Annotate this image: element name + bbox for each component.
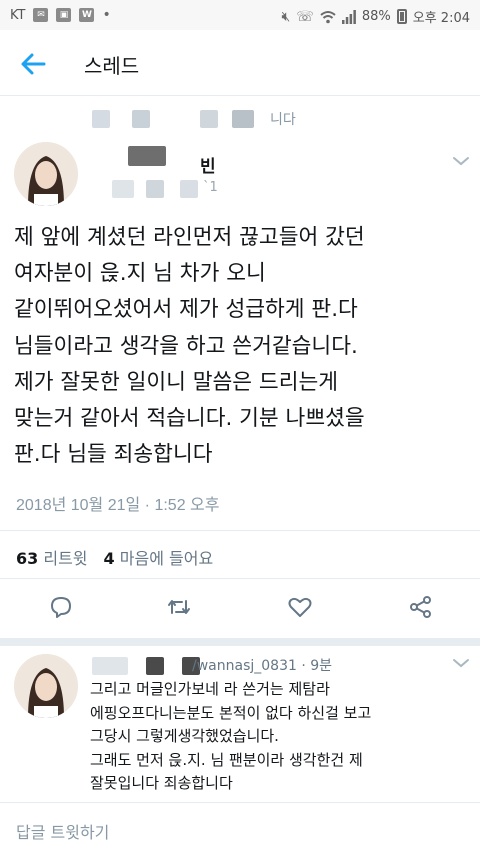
message-icon: ✉ <box>33 8 49 22</box>
chevron-down-icon[interactable] <box>452 156 470 166</box>
tweet-author-name[interactable]: 빈 <box>200 152 216 177</box>
redacted-block <box>232 110 254 128</box>
retweet-count: 63 <box>16 549 39 568</box>
section-divider <box>0 638 480 646</box>
retweet-icon[interactable] <box>166 594 192 620</box>
battery-icon <box>396 9 407 24</box>
redacted-block <box>92 110 110 128</box>
clock: 오후 2:04 <box>412 11 470 26</box>
reply-text: 그리고 머글인가보네 라 쓴거는 제탐라 에핑오프다니는분도 본적이 없다 하신… <box>90 680 372 792</box>
divider <box>0 530 480 531</box>
redacted-block <box>200 110 218 128</box>
redacted-handle <box>146 180 164 198</box>
redacted-handle <box>112 180 134 198</box>
tweet-actions <box>0 594 480 624</box>
share-icon[interactable] <box>408 594 434 620</box>
like-stat[interactable]: 4 마음에 들어요 <box>104 545 214 569</box>
reply-composer[interactable]: 답글 트윗하기 <box>0 802 480 853</box>
avatar-image <box>14 142 78 206</box>
tweet-text: 제 앞에 계셨던 라인먼저 끊고들어 갔던 여자분이 읁.지 님 차가 오니 같… <box>14 225 365 468</box>
carrier-label: KT <box>10 7 26 23</box>
context-text: 니다 <box>270 112 296 128</box>
tweet-stats: 63 리트윗 4 마음에 들어요 <box>16 545 225 569</box>
redacted-name <box>128 146 166 166</box>
status-bar-right: 🔇︎ ☏ 88% 오후 2:04 <box>281 7 471 27</box>
status-bar: KT ✉ ▣ W • 🔇︎ ☏ 88% 오후 2:04 <box>0 0 480 30</box>
status-bar-left: KT ✉ ▣ W • <box>10 7 111 23</box>
battery-percent: 88% <box>361 9 391 24</box>
reply-author-handle: /wannasj_0831 · 9분 <box>192 658 333 674</box>
signal-icon <box>341 9 356 24</box>
mute-icon: 🔇︎ <box>281 8 291 25</box>
tweet-author-handle: `1 <box>203 180 218 195</box>
divider <box>0 578 480 579</box>
like-label: 마음에 들어요 <box>119 549 214 568</box>
reply-input-placeholder[interactable]: 답글 트윗하기 <box>16 819 109 843</box>
w-app-icon: W <box>79 8 95 22</box>
like-icon[interactable] <box>287 594 313 620</box>
redacted-reply-name <box>146 657 164 675</box>
chevron-down-icon[interactable] <box>452 658 470 668</box>
thread-context: 니다 <box>36 100 436 136</box>
like-count: 4 <box>103 549 115 568</box>
retweet-stat[interactable]: 63 리트윗 <box>16 545 88 569</box>
avatar[interactable] <box>14 142 78 206</box>
tweet-timestamp: 2018년 10월 21일 · 1:52 오후 <box>16 497 220 514</box>
redacted-handle <box>180 180 198 198</box>
image-icon: ▣ <box>56 8 72 22</box>
avatar-image <box>14 654 78 718</box>
reply-avatar[interactable] <box>14 654 78 718</box>
wifi-calling-icon: ☏ <box>296 8 314 25</box>
app-header: 스레드 <box>0 30 480 96</box>
retweet-label: 리트윗 <box>43 549 88 568</box>
redacted-reply-name <box>92 657 128 675</box>
dot-icon: • <box>102 7 111 23</box>
reply-icon[interactable] <box>48 594 74 620</box>
page-title: 스레드 <box>84 54 140 78</box>
wifi-icon <box>320 10 336 23</box>
redacted-block <box>132 110 150 128</box>
back-arrow-icon[interactable] <box>18 49 48 79</box>
